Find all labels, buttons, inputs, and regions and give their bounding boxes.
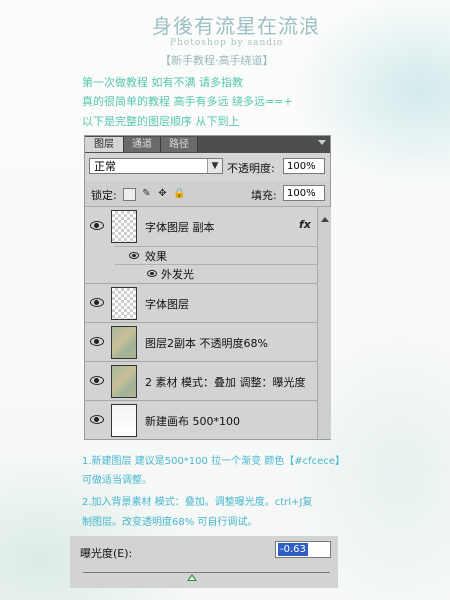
header-signature: Photoshop by sandio <box>170 38 284 48</box>
layer-thumbnail <box>111 404 137 437</box>
intro-line-3: 以下是完整的图层顺序 从下到上 <box>82 115 240 128</box>
chevron-down-icon[interactable]: ▼ <box>207 159 222 173</box>
lock-fill-row: 锁定: ✎ ✥ 🔒 填充: 100% <box>85 181 330 207</box>
step-1-line-2: 可做适当调整。 <box>82 475 152 486</box>
lock-label: 锁定: <box>91 189 117 202</box>
effects-label: 效果 <box>145 250 167 263</box>
layer-name: 新建画布 500*100 <box>145 415 240 428</box>
layer-name: 字体图层 <box>145 298 189 311</box>
visibility-eye-icon[interactable] <box>90 337 104 346</box>
fill-label: 填充: <box>251 189 277 202</box>
layer-row-text-copy[interactable]: 字体图层 副本 fx 效果 外发光 <box>85 207 317 284</box>
lock-all-icon[interactable]: 🔒 <box>173 188 185 199</box>
lock-move-icon[interactable]: ✥ <box>157 188 168 199</box>
layers-list: 字体图层 副本 fx 效果 外发光 字体图层 图层2副本 不透明度68% 2 素… <box>85 207 317 439</box>
exposure-input[interactable]: -0.63 <box>275 541 331 558</box>
intro-line-2: 真的很简单的教程 高手有多远 绕多远==+ <box>82 95 293 108</box>
blend-mode-value: 正常 <box>94 160 116 173</box>
effect-outer-glow: 外发光 <box>161 268 194 281</box>
tab-channels[interactable]: 通道 <box>124 137 161 152</box>
layer-name: 字体图层 副本 <box>145 221 215 234</box>
layer-row-copy-68[interactable]: 图层2副本 不透明度68% <box>85 323 317 362</box>
effect-item-eye-icon[interactable] <box>147 270 157 277</box>
layer-row-canvas[interactable]: 新建画布 500*100 <box>85 401 317 439</box>
layer-name: 2 素材 模式：叠加 调整：曝光度 <box>145 376 306 389</box>
tab-paths[interactable]: 路径 <box>161 137 198 152</box>
blend-mode-select[interactable]: 正常 ▼ <box>89 158 223 174</box>
visibility-eye-icon[interactable] <box>90 298 104 307</box>
layer-thumbnail <box>111 210 137 243</box>
opacity-input[interactable]: 100% <box>283 158 325 174</box>
exposure-value: -0.63 <box>278 543 308 556</box>
layer-thumbnail <box>111 326 137 359</box>
layer-row-texture[interactable]: 2 素材 模式：叠加 调整：曝光度 <box>85 362 317 401</box>
step-1-line-1: 1.新建图层 建议是500*100 拉一个渐变 颜色【#cfcece】 <box>82 456 345 467</box>
panel-tab-bar: 图层 通道 路径 <box>85 136 330 153</box>
layers-scrollbar[interactable] <box>317 207 331 439</box>
panel-menu-icon[interactable] <box>318 140 326 145</box>
visibility-eye-icon[interactable] <box>90 415 104 424</box>
exposure-dialog: 曝光度(E): -0.63 <box>70 536 338 588</box>
step-2-line-1: 2.加入背景素材 模式：叠加。调整曝光度。ctrl+J复 <box>82 497 313 508</box>
fill-input[interactable]: 100% <box>283 185 325 201</box>
layer-row-text[interactable]: 字体图层 <box>85 284 317 323</box>
layers-panel: 图层 通道 路径 正常 ▼ 不透明度: 100% 锁定: ✎ ✥ 🔒 填充: 1… <box>84 135 331 440</box>
tab-layers[interactable]: 图层 <box>85 137 124 152</box>
blend-opacity-row: 正常 ▼ 不透明度: 100% <box>85 153 330 181</box>
header-title: 身後有流星在流浪 <box>152 14 320 38</box>
layer-thumbnail <box>111 365 137 398</box>
lock-brush-icon[interactable]: ✎ <box>141 188 152 199</box>
fx-icon[interactable]: fx <box>299 218 311 231</box>
step-2-line-2: 制图层。改变透明度68% 可自行调试。 <box>82 517 258 528</box>
exposure-label: 曝光度(E): <box>80 547 133 560</box>
exposure-slider-thumb[interactable] <box>186 574 197 581</box>
layer-name: 图层2副本 不透明度68% <box>145 337 268 350</box>
visibility-eye-icon[interactable] <box>90 376 104 385</box>
scroll-up-icon[interactable] <box>321 217 329 222</box>
exposure-slider-track[interactable] <box>83 572 330 573</box>
header-subtitle: 【新手教程·高手绕道】 <box>160 54 274 67</box>
opacity-label: 不透明度: <box>227 162 275 175</box>
visibility-eye-icon[interactable] <box>90 221 104 230</box>
lock-transparency-icon[interactable] <box>123 188 136 201</box>
effects-eye-icon[interactable] <box>129 252 139 259</box>
intro-line-1: 第一次做教程 如有不满 请多指教 <box>82 76 243 89</box>
layer-thumbnail <box>111 287 137 320</box>
